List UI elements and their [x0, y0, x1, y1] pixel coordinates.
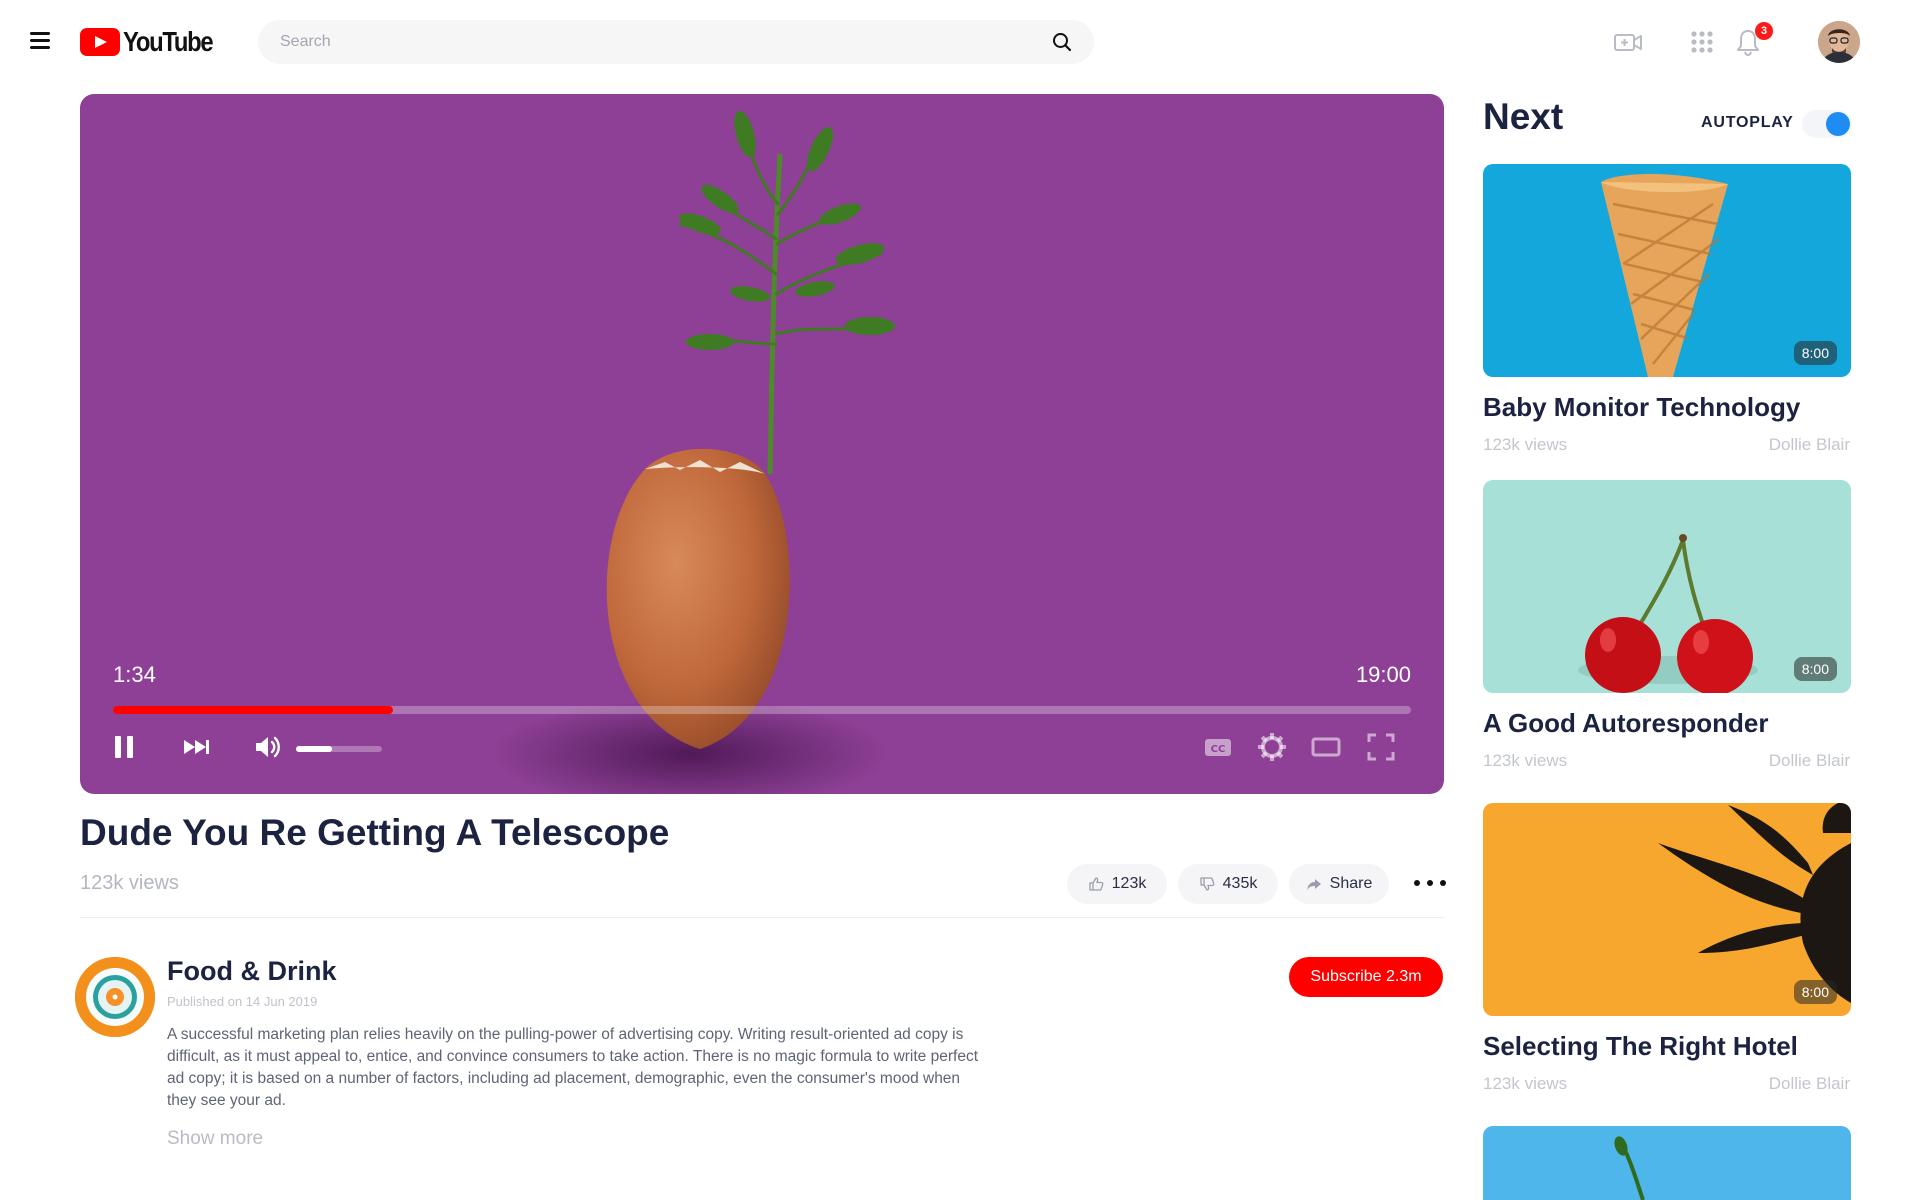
play-logo-icon: [80, 28, 120, 56]
duration-badge: 8:00: [1793, 341, 1837, 365]
video-card-views: 123k views: [1483, 435, 1568, 454]
settings-gear-icon[interactable]: [1256, 731, 1288, 763]
show-more-link[interactable]: Show more: [167, 1128, 263, 1150]
record-logo-icon: [75, 957, 155, 1037]
page: YouTube 3: [0, 0, 1920, 1200]
video-card-thumbnail[interactable]: [1483, 1126, 1851, 1200]
dislike-count: 435k: [1222, 875, 1258, 892]
thumbs-down-icon: [1199, 877, 1215, 891]
toggle-knob: [1826, 112, 1850, 136]
duration-badge: 8:00: [1793, 657, 1837, 681]
current-time: 1:34: [113, 662, 156, 687]
youtube-logo[interactable]: YouTube: [80, 26, 228, 58]
duration-badge: 8:00: [1793, 980, 1837, 1004]
video-card-title[interactable]: A Good Autoresponder: [1483, 708, 1769, 739]
video-card-title[interactable]: Baby Monitor Technology: [1483, 392, 1800, 423]
video-title: Dude You Re Getting A Telescope: [80, 812, 670, 853]
apps-grid-icon[interactable]: [1686, 26, 1718, 58]
volume-slider[interactable]: [296, 746, 382, 752]
next-heading: Next: [1483, 96, 1564, 137]
autoplay-label: AUTOPLAY: [1701, 114, 1794, 131]
channel-name[interactable]: Food & Drink: [167, 956, 337, 987]
volume-level: [296, 746, 333, 752]
notification-badge: 3: [1755, 22, 1773, 40]
video-card-channel[interactable]: Dollie Blair: [1769, 1074, 1850, 1094]
captions-icon[interactable]: CC: [1202, 731, 1234, 763]
video-card-thumbnail[interactable]: 8:00: [1483, 164, 1851, 377]
search-icon[interactable]: [1052, 32, 1072, 52]
share-label: Share: [1329, 875, 1373, 892]
plant-stem-thumb: [1614, 1136, 1645, 1200]
channel-avatar[interactable]: [75, 957, 155, 1037]
video-card-thumbnail[interactable]: 8:00: [1483, 480, 1851, 693]
video-card-channel[interactable]: Dollie Blair: [1769, 751, 1850, 771]
like-button[interactable]: 123k: [1067, 864, 1167, 904]
subscribe-button[interactable]: Subscribe 2.3m: [1289, 957, 1443, 997]
video-card-views: 123k views: [1483, 1074, 1568, 1093]
svg-text:CC: CC: [1211, 744, 1226, 755]
video-card-thumbnail[interactable]: 8:00: [1483, 803, 1851, 1016]
total-time: 19:00: [1355, 662, 1411, 687]
logo-text: YouTube: [123, 26, 214, 57]
video-player[interactable]: 1:34 19:00 CC: [80, 94, 1444, 794]
search-input[interactable]: [280, 20, 1020, 64]
pause-icon[interactable]: [108, 731, 140, 763]
video-card-views: 123k views: [1483, 751, 1568, 770]
search-bar: [258, 20, 1094, 64]
published-date: Published on 14 Jun 2019: [167, 994, 318, 1009]
autoplay-toggle[interactable]: [1802, 110, 1852, 138]
share-arrow-icon: [1306, 879, 1321, 890]
top-bar: YouTube 3: [0, 0, 1920, 86]
skip-next-icon[interactable]: [181, 731, 213, 763]
video-frame-egg-plant: [490, 110, 895, 794]
user-avatar-icon: [1818, 21, 1860, 63]
video-views: 123k views: [80, 872, 179, 894]
avatar[interactable]: [1818, 21, 1860, 63]
video-card-channel[interactable]: Dollie Blair: [1769, 435, 1850, 455]
progress-fill: [113, 706, 394, 714]
progress-bar[interactable]: [113, 706, 1411, 714]
video-card-title[interactable]: Selecting The Right Hotel: [1483, 1031, 1798, 1062]
share-button[interactable]: Share: [1289, 864, 1389, 904]
theater-mode-icon[interactable]: [1310, 731, 1342, 763]
divider: [80, 917, 1444, 918]
fullscreen-icon[interactable]: [1365, 731, 1397, 763]
more-options-icon[interactable]: [1412, 876, 1448, 890]
video-description: A successful marketing plan relies heavi…: [167, 1026, 978, 1109]
dislike-button[interactable]: 435k: [1178, 864, 1278, 904]
thumbs-up-icon: [1088, 877, 1104, 891]
volume-icon[interactable]: [251, 731, 283, 763]
video-camera-icon[interactable]: [1612, 26, 1644, 58]
menu-icon[interactable]: [30, 30, 54, 50]
like-count: 123k: [1111, 875, 1147, 892]
